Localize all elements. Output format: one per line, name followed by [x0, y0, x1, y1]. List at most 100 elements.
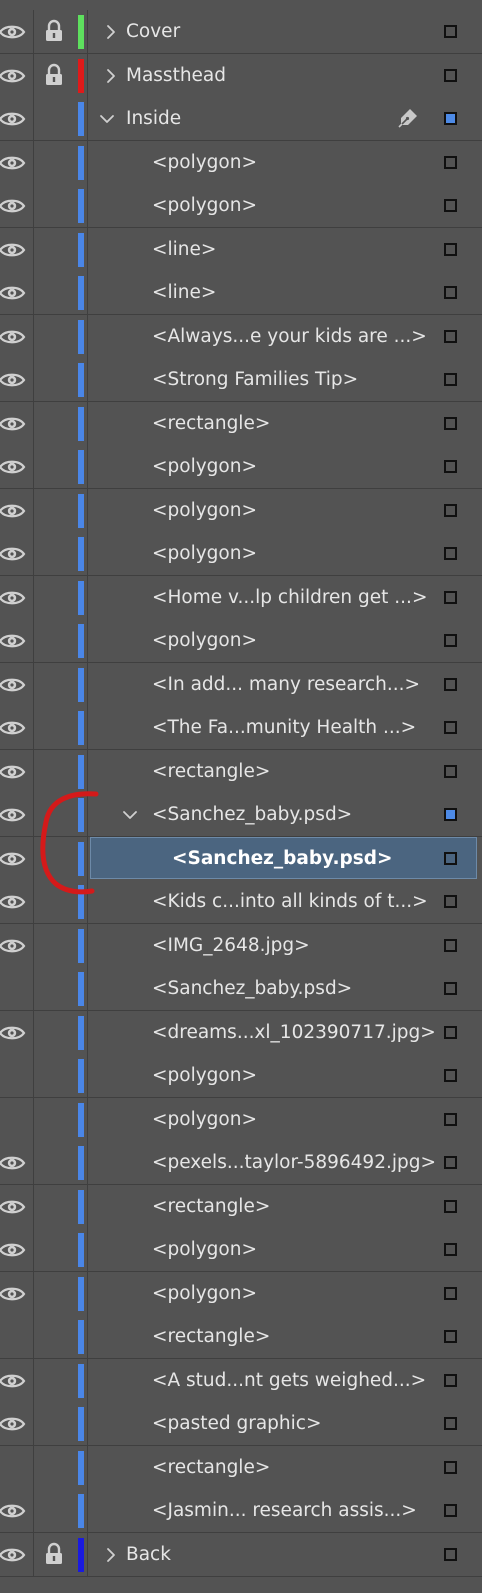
visibility-toggle[interactable] — [0, 619, 34, 662]
layer-row[interactable]: Inside — [0, 97, 482, 141]
selection-target-square[interactable] — [444, 895, 457, 908]
row-select-area[interactable] — [88, 1315, 482, 1358]
row-select-area[interactable] — [88, 1098, 482, 1141]
row-select-area[interactable] — [88, 184, 482, 227]
selection-target-square[interactable] — [444, 373, 457, 386]
visibility-toggle[interactable] — [0, 575, 34, 619]
visibility-toggle[interactable] — [0, 1445, 34, 1489]
selection-target-square[interactable] — [444, 721, 457, 734]
row-select-area[interactable] — [88, 1185, 482, 1228]
object-row[interactable]: <polygon> — [0, 184, 482, 228]
object-row[interactable]: <polygon> — [0, 1097, 482, 1142]
object-row[interactable]: <pexels...taylor-5896492.jpg> — [0, 1141, 482, 1185]
visibility-toggle[interactable] — [0, 488, 34, 532]
visibility-toggle[interactable] — [0, 836, 34, 880]
group-row[interactable]: <Sanchez_baby.psd> — [0, 793, 482, 837]
selection-target-square[interactable] — [444, 416, 457, 430]
visibility-toggle[interactable] — [0, 749, 34, 793]
visibility-toggle[interactable] — [0, 793, 34, 836]
object-row[interactable]: <Jasmin... research assis...> — [0, 1489, 482, 1533]
object-row[interactable]: <A stud...nt gets weighed...> — [0, 1358, 482, 1403]
row-select-area[interactable] — [88, 228, 482, 271]
row-select-area[interactable] — [88, 1272, 482, 1315]
object-row[interactable]: <rectangle> — [0, 401, 482, 446]
chevron-right-icon[interactable] — [102, 67, 120, 85]
selection-target-square[interactable] — [444, 25, 457, 38]
object-row[interactable]: <The Fa...munity Health ...> — [0, 706, 482, 750]
visibility-toggle[interactable] — [0, 662, 34, 706]
visibility-toggle[interactable] — [0, 1532, 34, 1576]
selection-target-square[interactable] — [444, 764, 457, 778]
visibility-toggle[interactable] — [0, 271, 34, 314]
selection-target-square[interactable] — [444, 1199, 457, 1213]
selection-target-square[interactable] — [444, 1025, 457, 1039]
visibility-toggle[interactable] — [0, 401, 34, 445]
chevron-down-icon[interactable] — [98, 110, 116, 128]
visibility-toggle[interactable] — [0, 184, 34, 227]
object-row[interactable]: <rectangle> — [0, 1445, 482, 1490]
selection-target-square[interactable] — [444, 503, 457, 517]
visibility-toggle[interactable] — [0, 10, 34, 53]
object-row[interactable]: <polygon> — [0, 1271, 482, 1316]
row-select-area[interactable] — [88, 619, 482, 662]
selection-target-square[interactable] — [444, 1460, 457, 1474]
object-row[interactable]: <Strong Families Tip> — [0, 358, 482, 402]
visibility-toggle[interactable] — [0, 1228, 34, 1271]
object-row[interactable]: <pasted graphic> — [0, 1402, 482, 1446]
selection-target-square[interactable] — [444, 329, 457, 343]
layer-row[interactable]: Cover — [0, 10, 482, 54]
object-row[interactable]: <line> — [0, 271, 482, 315]
selection-target-square[interactable] — [444, 547, 457, 560]
selection-target-square[interactable] — [444, 286, 457, 299]
row-select-area[interactable] — [88, 1446, 482, 1489]
selection-target-square[interactable] — [444, 938, 457, 952]
object-row[interactable]: <rectangle> — [0, 749, 482, 794]
visibility-toggle[interactable] — [0, 532, 34, 575]
selection-target-square[interactable] — [444, 1156, 457, 1169]
visibility-toggle[interactable] — [0, 1141, 34, 1184]
selection-target-square[interactable] — [444, 1243, 457, 1256]
visibility-toggle[interactable] — [0, 1054, 34, 1097]
selection-target-square[interactable] — [444, 1069, 457, 1082]
selection-target-square[interactable] — [444, 68, 457, 82]
object-row[interactable]: <In add... many research...> — [0, 662, 482, 707]
object-row[interactable]: <IMG_2648.jpg> — [0, 923, 482, 968]
visibility-toggle[interactable] — [0, 53, 34, 97]
visibility-toggle[interactable] — [0, 358, 34, 401]
selection-target-square[interactable] — [444, 590, 457, 604]
selection-target-square[interactable] — [444, 242, 457, 256]
object-row[interactable]: <polygon> — [0, 532, 482, 576]
visibility-toggle[interactable] — [0, 880, 34, 923]
visibility-toggle[interactable] — [0, 1010, 34, 1054]
row-select-area[interactable] — [88, 1054, 482, 1097]
object-row[interactable]: <Home v...lp children get ...> — [0, 575, 482, 620]
selection-target-square[interactable] — [444, 851, 457, 865]
selection-target-square[interactable] — [444, 982, 457, 995]
object-row[interactable]: <Sanchez_baby.psd> — [0, 836, 482, 881]
visibility-toggle[interactable] — [0, 967, 34, 1010]
visibility-toggle[interactable] — [0, 706, 34, 749]
row-select-area[interactable] — [88, 445, 482, 488]
selection-target-square[interactable] — [444, 1286, 457, 1300]
selection-target-square[interactable] — [444, 1417, 457, 1430]
layer-row[interactable]: Back — [0, 1532, 482, 1577]
object-row[interactable]: <polygon> — [0, 1054, 482, 1098]
object-row[interactable]: <polygon> — [0, 445, 482, 489]
row-select-area[interactable] — [88, 402, 482, 445]
selection-target-square[interactable] — [444, 1547, 457, 1561]
selection-target-square[interactable] — [444, 1373, 457, 1387]
visibility-toggle[interactable] — [0, 445, 34, 488]
object-row[interactable]: <rectangle> — [0, 1315, 482, 1359]
visibility-toggle[interactable] — [0, 314, 34, 358]
row-select-area[interactable] — [88, 489, 482, 532]
row-select-area[interactable] — [88, 1228, 482, 1271]
visibility-toggle[interactable] — [0, 227, 34, 271]
object-row[interactable]: <polygon> — [0, 619, 482, 663]
object-row[interactable]: <polygon> — [0, 1228, 482, 1272]
layer-row[interactable]: Massthead — [0, 53, 482, 98]
selection-target-square[interactable] — [444, 112, 457, 125]
selection-target-square[interactable] — [444, 808, 457, 821]
object-row[interactable]: <polygon> — [0, 140, 482, 185]
chevron-right-icon[interactable] — [102, 1546, 120, 1564]
chevron-right-icon[interactable] — [102, 23, 120, 41]
